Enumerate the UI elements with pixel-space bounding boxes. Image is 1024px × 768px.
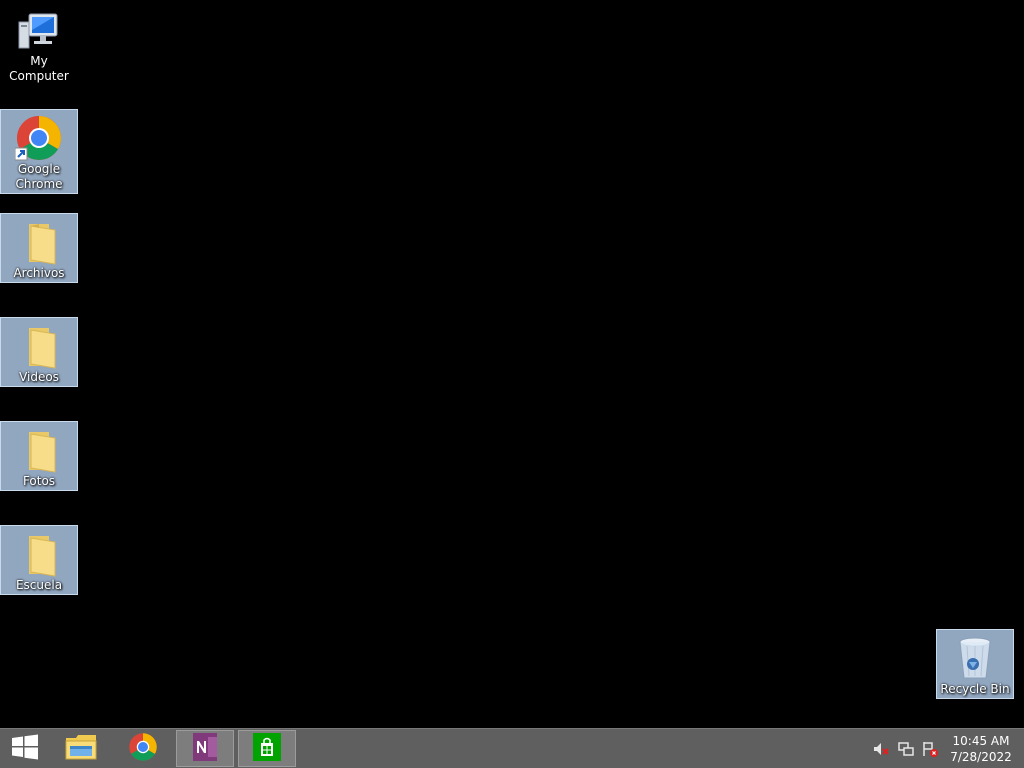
clock-time: 10:45 AM: [952, 734, 1010, 748]
onenote-icon: [190, 732, 220, 766]
computer-icon: [15, 10, 63, 54]
taskbar: 10:45 AM 7/28/2022: [0, 728, 1024, 768]
desktop-icon-google-chrome[interactable]: Google Chrome: [0, 109, 78, 194]
taskbar-onenote-button[interactable]: [176, 730, 234, 767]
start-button[interactable]: [0, 730, 50, 767]
desktop[interactable]: My Computer Google Chrome Archivos Video…: [0, 0, 1024, 728]
folder-icon: [15, 322, 63, 370]
recycle-bin-icon: [951, 634, 999, 682]
windows-logo-icon: [11, 733, 39, 765]
taskbar-store-button[interactable]: [238, 730, 296, 767]
store-icon: [252, 732, 282, 766]
system-clock[interactable]: 10:45 AM 7/28/2022: [946, 733, 1016, 765]
chrome-icon: [128, 732, 158, 766]
network-icon[interactable]: [898, 741, 914, 757]
folder-icon: [15, 218, 63, 266]
action-center-icon[interactable]: [922, 741, 938, 757]
clock-date: 7/28/2022: [950, 750, 1012, 764]
desktop-icon-my-computer[interactable]: My Computer: [0, 6, 78, 83]
folder-icon: [15, 530, 63, 578]
desktop-icon-escuela[interactable]: Escuela: [0, 525, 78, 595]
volume-muted-icon[interactable]: [873, 741, 889, 757]
desktop-icon-recycle-bin[interactable]: Recycle Bin: [936, 629, 1014, 699]
file-explorer-icon: [64, 732, 98, 766]
desktop-icon-label: Google Chrome: [15, 162, 63, 191]
desktop-icon-videos[interactable]: Videos: [0, 317, 78, 387]
desktop-icon-archivos[interactable]: Archivos: [0, 213, 78, 283]
desktop-icon-label: Fotos: [22, 474, 56, 488]
desktop-icon-label: My Computer: [9, 54, 69, 83]
taskbar-file-explorer-button[interactable]: [52, 730, 110, 767]
desktop-icon-label: Videos: [19, 370, 59, 384]
desktop-icon-fotos[interactable]: Fotos: [0, 421, 78, 491]
desktop-icon-label: Recycle Bin: [940, 682, 1010, 696]
taskbar-chrome-button[interactable]: [114, 730, 172, 767]
folder-icon: [15, 426, 63, 474]
chrome-icon: [14, 114, 63, 162]
desktop-icon-label: Escuela: [15, 578, 63, 592]
desktop-icon-label: Archivos: [13, 266, 65, 280]
